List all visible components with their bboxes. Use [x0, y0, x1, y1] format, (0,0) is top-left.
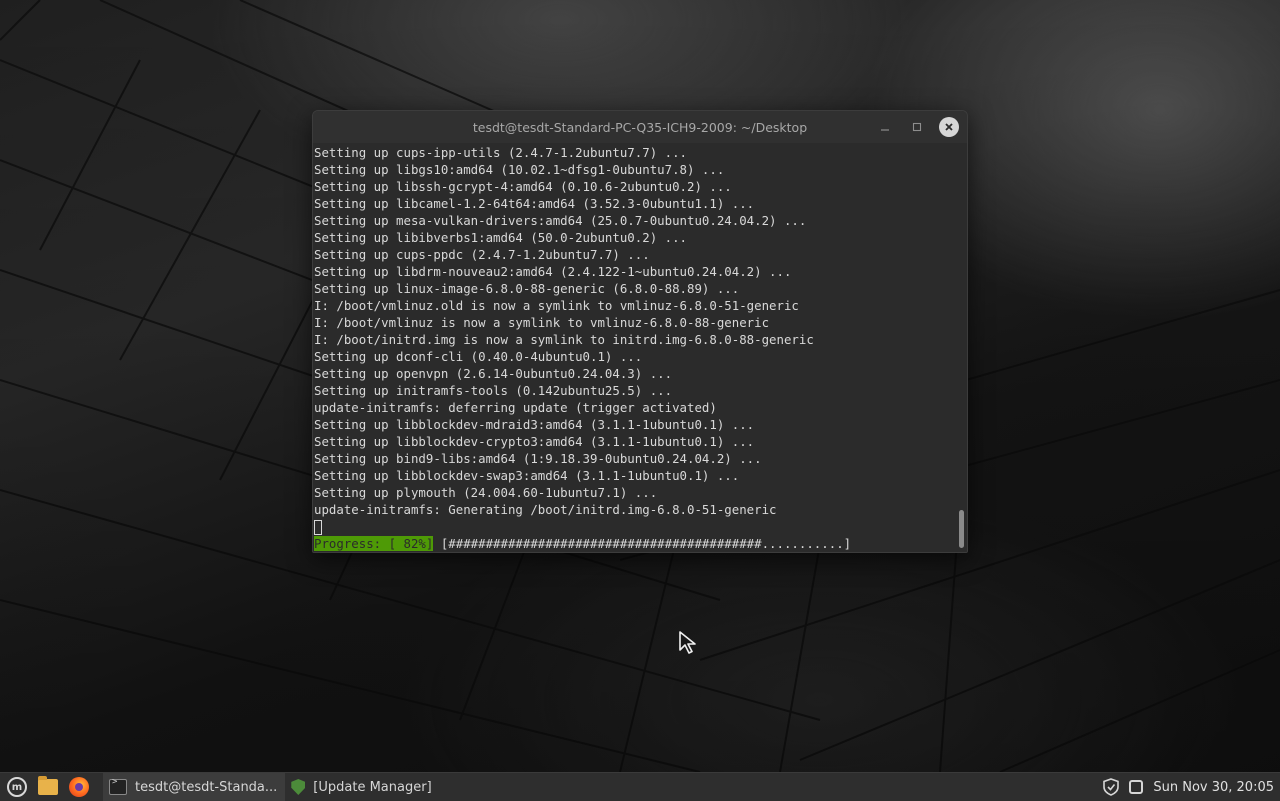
terminal-line: Setting up libibverbs1:amd64 (50.0-2ubun…	[314, 230, 687, 245]
close-button[interactable]	[939, 117, 959, 137]
terminal-titlebar[interactable]: tesdt@tesdt-Standard-PC-Q35-ICH9-2009: ~…	[313, 111, 967, 143]
terminal-cursor-line	[314, 518, 953, 535]
maximize-icon	[912, 122, 922, 132]
text-cursor	[314, 520, 322, 535]
notes-icon[interactable]	[1129, 780, 1144, 794]
folder-icon	[38, 776, 58, 795]
update-manager-shield-icon	[291, 779, 306, 795]
terminal-line: Setting up libblockdev-crypto3:amd64 (3.…	[314, 434, 755, 449]
terminal-line: I: /boot/initrd.img is now a symlink to …	[314, 332, 814, 347]
terminal-line: update-initramfs: deferring update (trig…	[314, 400, 717, 415]
minimize-icon	[881, 129, 889, 131]
task-terminal[interactable]: tesdt@tesdt-Standa...	[103, 773, 286, 801]
mint-menu-icon: m	[7, 777, 27, 797]
progress-bar-text: [#######################################…	[433, 536, 852, 551]
terminal-line: Setting up libgs10:amd64 (10.02.1~dfsg1-…	[314, 162, 725, 177]
scrollbar-thumb[interactable]	[959, 510, 964, 548]
terminal-lines: Setting up cups-ipp-utils (2.4.7-1.2ubun…	[314, 144, 953, 518]
terminal-line: Setting up libdrm-nouveau2:amd64 (2.4.12…	[314, 264, 792, 279]
window-controls	[875, 117, 959, 137]
task-update-manager-label: [Update Manager]	[313, 779, 432, 795]
terminal-line: Setting up bind9-libs:amd64 (1:9.18.39-0…	[314, 451, 762, 466]
terminal-output[interactable]: Setting up cups-ipp-utils (2.4.7-1.2ubun…	[313, 143, 953, 552]
terminal-line: I: /boot/vmlinuz is now a symlink to vml…	[314, 315, 770, 330]
terminal-title: tesdt@tesdt-Standard-PC-Q35-ICH9-2009: ~…	[472, 119, 808, 135]
terminal-line: Setting up mesa-vulkan-drivers:amd64 (25…	[314, 213, 807, 228]
task-update-manager[interactable]: [Update Manager]	[285, 773, 439, 801]
progress-label: Progress: [ 82%]	[314, 536, 434, 551]
firefox-launcher[interactable]	[65, 773, 93, 801]
terminal-line: update-initramfs: Generating /boot/initr…	[314, 502, 777, 517]
terminal-scrollbar[interactable]	[953, 143, 967, 552]
system-tray: Sun Nov 30, 20:05	[1103, 778, 1280, 796]
terminal-line: Setting up plymouth (24.004.60-1ubuntu7.…	[314, 485, 658, 500]
terminal-line: Setting up openvpn (2.6.14-0ubuntu0.24.0…	[314, 366, 673, 381]
terminal-line: Setting up cups-ppdc (2.4.7-1.2ubuntu7.7…	[314, 247, 650, 262]
clock[interactable]: Sun Nov 30, 20:05	[1153, 780, 1274, 795]
terminal-line: Setting up libblockdev-mdraid3:amd64 (3.…	[314, 417, 755, 432]
terminal-line: Setting up libblockdev-swap3:amd64 (3.1.…	[314, 468, 740, 483]
files-launcher[interactable]	[34, 773, 62, 801]
update-shield-icon[interactable]	[1103, 778, 1120, 796]
terminal-line: Setting up libssh-gcrypt-4:amd64 (0.10.6…	[314, 179, 732, 194]
terminal-line: Setting up libcamel-1.2-64t64:amd64 (3.5…	[314, 196, 755, 211]
terminal-window[interactable]: tesdt@tesdt-Standard-PC-Q35-ICH9-2009: ~…	[312, 110, 968, 553]
terminal-line: I: /boot/vmlinuz.old is now a symlink to…	[314, 298, 799, 313]
minimize-button[interactable]	[875, 117, 895, 137]
taskbar: m tesdt@tesdt-Standa... [Update Manager]…	[0, 772, 1280, 801]
progress-line: Progress: [ 82%] [######################…	[314, 535, 953, 552]
terminal-line: Setting up initramfs-tools (0.142ubuntu2…	[314, 383, 673, 398]
mouse-pointer-icon	[679, 631, 696, 654]
terminal-icon	[109, 777, 127, 795]
menu-button[interactable]: m	[3, 773, 31, 801]
terminal-line: Setting up linux-image-6.8.0-88-generic …	[314, 281, 740, 296]
close-icon	[945, 123, 953, 131]
maximize-button[interactable]	[907, 117, 927, 137]
task-terminal-label: tesdt@tesdt-Standa...	[135, 779, 278, 795]
terminal-line: Setting up dconf-cli (0.40.0-4ubuntu0.1)…	[314, 349, 643, 364]
firefox-icon	[69, 777, 89, 797]
terminal-line: Setting up cups-ipp-utils (2.4.7-1.2ubun…	[314, 145, 687, 160]
